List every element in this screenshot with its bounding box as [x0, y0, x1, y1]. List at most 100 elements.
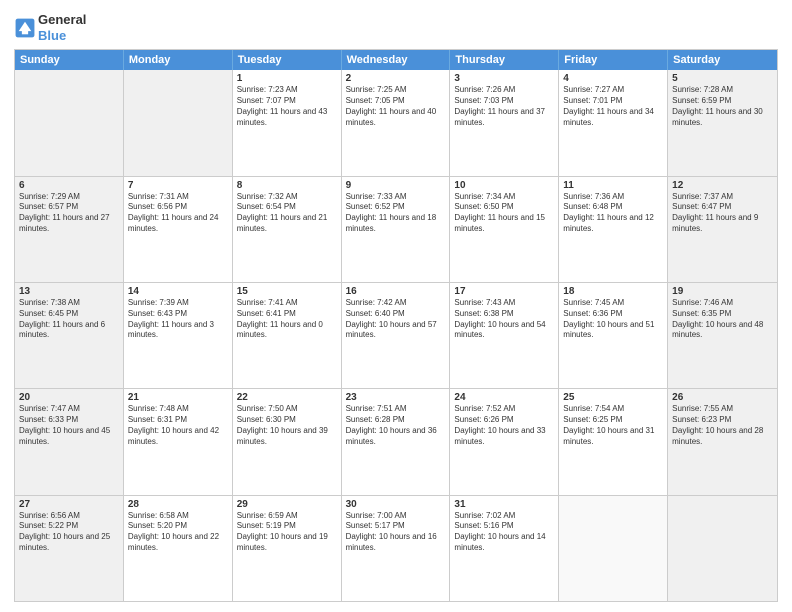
day-cell-8: 8Sunrise: 7:32 AMSunset: 6:54 PMDaylight… [233, 177, 342, 282]
day-info: Sunrise: 7:31 AMSunset: 6:56 PMDaylight:… [128, 192, 228, 235]
day-cell-26: 26Sunrise: 7:55 AMSunset: 6:23 PMDayligh… [668, 389, 777, 494]
day-number: 24 [454, 392, 554, 403]
day-number: 23 [346, 392, 446, 403]
day-info: Sunrise: 7:29 AMSunset: 6:57 PMDaylight:… [19, 192, 119, 235]
day-info: Sunrise: 7:51 AMSunset: 6:28 PMDaylight:… [346, 404, 446, 447]
day-info: Sunrise: 7:46 AMSunset: 6:35 PMDaylight:… [672, 298, 773, 341]
day-info: Sunrise: 6:59 AMSunset: 5:19 PMDaylight:… [237, 511, 337, 554]
day-number: 9 [346, 180, 446, 191]
day-number: 7 [128, 180, 228, 191]
day-info: Sunrise: 7:54 AMSunset: 6:25 PMDaylight:… [563, 404, 663, 447]
day-info: Sunrise: 7:42 AMSunset: 6:40 PMDaylight:… [346, 298, 446, 341]
day-cell-31: 31Sunrise: 7:02 AMSunset: 5:16 PMDayligh… [450, 496, 559, 601]
day-cell-3: 3Sunrise: 7:26 AMSunset: 7:03 PMDaylight… [450, 70, 559, 175]
day-number: 26 [672, 392, 773, 403]
day-info: Sunrise: 7:55 AMSunset: 6:23 PMDaylight:… [672, 404, 773, 447]
day-cell-28: 28Sunrise: 6:58 AMSunset: 5:20 PMDayligh… [124, 496, 233, 601]
day-number: 10 [454, 180, 554, 191]
header-cell-monday: Monday [124, 50, 233, 70]
day-cell-9: 9Sunrise: 7:33 AMSunset: 6:52 PMDaylight… [342, 177, 451, 282]
calendar-row-5: 27Sunrise: 6:56 AMSunset: 5:22 PMDayligh… [15, 495, 777, 601]
day-info: Sunrise: 7:33 AMSunset: 6:52 PMDaylight:… [346, 192, 446, 235]
day-info: Sunrise: 7:27 AMSunset: 7:01 PMDaylight:… [563, 85, 663, 128]
day-info: Sunrise: 7:43 AMSunset: 6:38 PMDaylight:… [454, 298, 554, 341]
day-number: 5 [672, 73, 773, 84]
day-info: Sunrise: 7:25 AMSunset: 7:05 PMDaylight:… [346, 85, 446, 128]
day-cell-6: 6Sunrise: 7:29 AMSunset: 6:57 PMDaylight… [15, 177, 124, 282]
day-number: 17 [454, 286, 554, 297]
day-cell-12: 12Sunrise: 7:37 AMSunset: 6:47 PMDayligh… [668, 177, 777, 282]
day-number: 8 [237, 180, 337, 191]
day-cell-19: 19Sunrise: 7:46 AMSunset: 6:35 PMDayligh… [668, 283, 777, 388]
header-cell-wednesday: Wednesday [342, 50, 451, 70]
day-info: Sunrise: 7:38 AMSunset: 6:45 PMDaylight:… [19, 298, 119, 341]
header-cell-tuesday: Tuesday [233, 50, 342, 70]
day-number: 22 [237, 392, 337, 403]
day-number: 30 [346, 499, 446, 510]
day-info: Sunrise: 7:34 AMSunset: 6:50 PMDaylight:… [454, 192, 554, 235]
day-info: Sunrise: 7:47 AMSunset: 6:33 PMDaylight:… [19, 404, 119, 447]
day-number: 18 [563, 286, 663, 297]
day-info: Sunrise: 7:28 AMSunset: 6:59 PMDaylight:… [672, 85, 773, 128]
logo-icon [14, 17, 36, 39]
day-cell-29: 29Sunrise: 6:59 AMSunset: 5:19 PMDayligh… [233, 496, 342, 601]
day-cell-27: 27Sunrise: 6:56 AMSunset: 5:22 PMDayligh… [15, 496, 124, 601]
page: General Blue SundayMondayTuesdayWednesda… [0, 0, 792, 612]
day-info: Sunrise: 7:37 AMSunset: 6:47 PMDaylight:… [672, 192, 773, 235]
day-number: 19 [672, 286, 773, 297]
day-number: 12 [672, 180, 773, 191]
day-number: 25 [563, 392, 663, 403]
day-cell-14: 14Sunrise: 7:39 AMSunset: 6:43 PMDayligh… [124, 283, 233, 388]
logo-text: General Blue [38, 12, 86, 43]
day-number: 3 [454, 73, 554, 84]
day-number: 28 [128, 499, 228, 510]
day-info: Sunrise: 7:02 AMSunset: 5:16 PMDaylight:… [454, 511, 554, 554]
day-info: Sunrise: 6:56 AMSunset: 5:22 PMDaylight:… [19, 511, 119, 554]
day-info: Sunrise: 7:45 AMSunset: 6:36 PMDaylight:… [563, 298, 663, 341]
calendar-body: 1Sunrise: 7:23 AMSunset: 7:07 PMDaylight… [15, 70, 777, 601]
day-cell-17: 17Sunrise: 7:43 AMSunset: 6:38 PMDayligh… [450, 283, 559, 388]
day-cell-7: 7Sunrise: 7:31 AMSunset: 6:56 PMDaylight… [124, 177, 233, 282]
day-number: 2 [346, 73, 446, 84]
header-cell-friday: Friday [559, 50, 668, 70]
header-cell-saturday: Saturday [668, 50, 777, 70]
day-info: Sunrise: 7:36 AMSunset: 6:48 PMDaylight:… [563, 192, 663, 235]
day-cell-1: 1Sunrise: 7:23 AMSunset: 7:07 PMDaylight… [233, 70, 342, 175]
empty-cell [668, 496, 777, 601]
day-info: Sunrise: 7:48 AMSunset: 6:31 PMDaylight:… [128, 404, 228, 447]
calendar-row-4: 20Sunrise: 7:47 AMSunset: 6:33 PMDayligh… [15, 388, 777, 494]
day-cell-5: 5Sunrise: 7:28 AMSunset: 6:59 PMDaylight… [668, 70, 777, 175]
day-number: 13 [19, 286, 119, 297]
day-cell-30: 30Sunrise: 7:00 AMSunset: 5:17 PMDayligh… [342, 496, 451, 601]
day-number: 31 [454, 499, 554, 510]
day-cell-2: 2Sunrise: 7:25 AMSunset: 7:05 PMDaylight… [342, 70, 451, 175]
day-number: 27 [19, 499, 119, 510]
day-cell-22: 22Sunrise: 7:50 AMSunset: 6:30 PMDayligh… [233, 389, 342, 494]
day-number: 6 [19, 180, 119, 191]
day-number: 21 [128, 392, 228, 403]
header-cell-sunday: Sunday [15, 50, 124, 70]
calendar-row-3: 13Sunrise: 7:38 AMSunset: 6:45 PMDayligh… [15, 282, 777, 388]
day-cell-20: 20Sunrise: 7:47 AMSunset: 6:33 PMDayligh… [15, 389, 124, 494]
day-number: 29 [237, 499, 337, 510]
header: General Blue [14, 12, 778, 43]
calendar-row-2: 6Sunrise: 7:29 AMSunset: 6:57 PMDaylight… [15, 176, 777, 282]
calendar-row-1: 1Sunrise: 7:23 AMSunset: 7:07 PMDaylight… [15, 70, 777, 175]
day-info: Sunrise: 7:39 AMSunset: 6:43 PMDaylight:… [128, 298, 228, 341]
day-cell-21: 21Sunrise: 7:48 AMSunset: 6:31 PMDayligh… [124, 389, 233, 494]
day-number: 1 [237, 73, 337, 84]
day-info: Sunrise: 7:23 AMSunset: 7:07 PMDaylight:… [237, 85, 337, 128]
day-cell-23: 23Sunrise: 7:51 AMSunset: 6:28 PMDayligh… [342, 389, 451, 494]
day-info: Sunrise: 7:32 AMSunset: 6:54 PMDaylight:… [237, 192, 337, 235]
day-number: 16 [346, 286, 446, 297]
day-number: 11 [563, 180, 663, 191]
day-cell-24: 24Sunrise: 7:52 AMSunset: 6:26 PMDayligh… [450, 389, 559, 494]
day-info: Sunrise: 7:41 AMSunset: 6:41 PMDaylight:… [237, 298, 337, 341]
day-number: 15 [237, 286, 337, 297]
day-number: 14 [128, 286, 228, 297]
day-cell-4: 4Sunrise: 7:27 AMSunset: 7:01 PMDaylight… [559, 70, 668, 175]
day-info: Sunrise: 6:58 AMSunset: 5:20 PMDaylight:… [128, 511, 228, 554]
day-cell-11: 11Sunrise: 7:36 AMSunset: 6:48 PMDayligh… [559, 177, 668, 282]
day-cell-15: 15Sunrise: 7:41 AMSunset: 6:41 PMDayligh… [233, 283, 342, 388]
day-info: Sunrise: 7:52 AMSunset: 6:26 PMDaylight:… [454, 404, 554, 447]
